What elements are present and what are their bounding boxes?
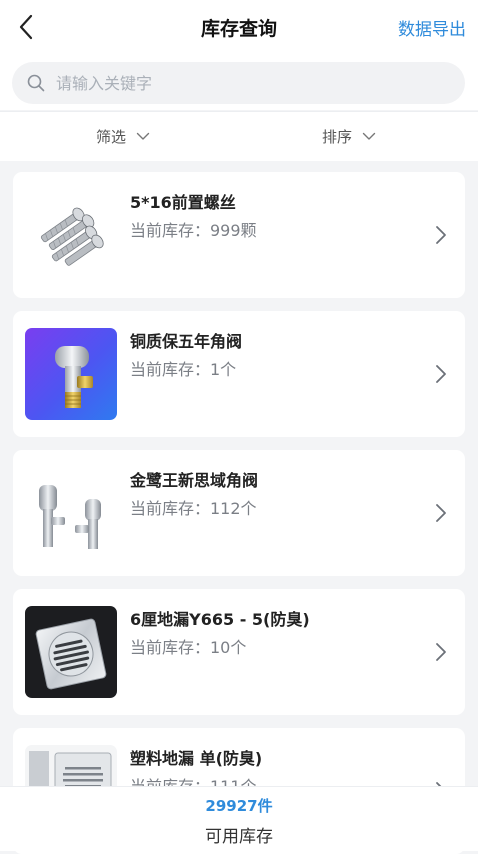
item-stock: 当前库存：999颗 — [130, 221, 257, 240]
chevron-right-icon — [433, 639, 449, 665]
chevron-right-icon — [433, 222, 449, 248]
filter-dropdown[interactable]: 筛选 — [96, 112, 150, 161]
available-stock-label: 可用库存 — [205, 827, 273, 847]
item-name: 塑料地漏 单(防臭) — [130, 749, 263, 768]
item-name: 铜质保五年角阀 — [130, 332, 243, 351]
item-name: 5*16前置螺丝 — [130, 193, 236, 212]
search-area — [0, 56, 478, 110]
screws-photo — [25, 189, 117, 281]
inventory-item-card[interactable]: 6厘地漏Y665 - 5(防臭) 当前库存：10个 — [13, 589, 465, 715]
floor-drain-photo — [25, 606, 117, 698]
item-name: 6厘地漏Y665 - 5(防臭) — [130, 610, 310, 629]
item-stock: 当前库存：10个 — [130, 638, 247, 657]
filter-bar: 筛选 排序 — [0, 111, 478, 161]
search-icon — [26, 73, 46, 93]
item-stock: 当前库存：112个 — [130, 499, 257, 518]
item-stock: 当前库存：1个 — [130, 360, 237, 379]
top-nav-bar: 库存查询 数据导出 — [0, 0, 478, 56]
item-name: 金鹭王新思域角阀 — [130, 471, 259, 490]
sort-dropdown[interactable]: 排序 — [322, 112, 376, 161]
inventory-item-card[interactable]: 金鹭王新思域角阀 当前库存：112个 — [13, 450, 465, 576]
search-input[interactable] — [54, 72, 438, 94]
available-stock-total: 29927件 — [205, 797, 273, 815]
export-data-button[interactable]: 数据导出 — [398, 15, 466, 40]
filter-label: 筛选 — [96, 128, 127, 146]
inventory-summary-footer: 29927件 可用库存 — [0, 786, 478, 851]
chevron-down-icon — [136, 132, 150, 141]
search-box[interactable] — [12, 62, 465, 104]
angle-valve-photo — [25, 328, 117, 420]
chevron-right-icon — [433, 500, 449, 526]
sort-label: 排序 — [322, 128, 353, 146]
inventory-item-card[interactable]: 铜质保五年角阀 当前库存：1个 — [13, 311, 465, 437]
chevron-down-icon — [362, 132, 376, 141]
chevron-right-icon — [433, 361, 449, 387]
inventory-item-card[interactable]: 5*16前置螺丝 当前库存：999颗 — [13, 172, 465, 298]
double-angle-valve-photo — [25, 467, 117, 559]
